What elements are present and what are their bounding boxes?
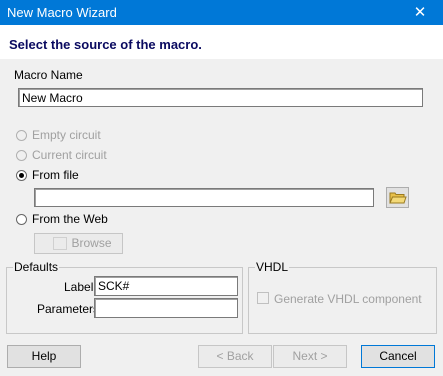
help-button[interactable]: Help xyxy=(7,345,81,368)
radio-button[interactable] xyxy=(16,214,27,225)
radio-dot xyxy=(19,173,24,178)
radio-button-selected[interactable] xyxy=(16,170,27,181)
browse-button[interactable]: Browse xyxy=(34,233,123,254)
file-path-input[interactable] xyxy=(34,188,374,207)
generate-vhdl-checkbox[interactable] xyxy=(257,292,269,304)
back-button[interactable]: < Back xyxy=(198,345,272,368)
globe-icon xyxy=(53,237,67,250)
next-button[interactable]: Next > xyxy=(273,345,347,368)
folder-open-icon xyxy=(389,192,407,204)
radio-from-file-label[interactable]: From file xyxy=(32,168,79,182)
parameters-caption: Parameters: xyxy=(37,302,103,316)
radio-current-circuit-label: Current circuit xyxy=(32,148,107,162)
browse-file-button[interactable] xyxy=(386,187,409,208)
generate-vhdl-label: Generate VHDL component xyxy=(274,292,422,306)
close-icon[interactable]: ✕ xyxy=(397,0,443,25)
radio-from-the-web-label[interactable]: From the Web xyxy=(32,212,108,226)
radio-empty-circuit-label: Empty circuit xyxy=(32,128,101,142)
defaults-legend: Defaults xyxy=(13,260,60,274)
macro-name-label: Macro Name xyxy=(14,68,83,82)
label-caption: Label: xyxy=(64,280,97,294)
title-bar: New Macro Wizard ✕ xyxy=(0,0,443,25)
macro-name-input[interactable]: New Macro xyxy=(18,88,423,107)
page-heading: Select the source of the macro. xyxy=(9,37,202,52)
label-input[interactable]: SCK# xyxy=(94,276,238,296)
radio-button xyxy=(16,150,27,161)
header-banner: Select the source of the macro. xyxy=(0,25,443,59)
vhdl-legend: VHDL xyxy=(255,260,290,274)
cancel-button[interactable]: Cancel xyxy=(361,345,435,368)
window-title: New Macro Wizard xyxy=(7,5,117,20)
parameters-input[interactable] xyxy=(94,298,238,318)
radio-button xyxy=(16,130,27,141)
